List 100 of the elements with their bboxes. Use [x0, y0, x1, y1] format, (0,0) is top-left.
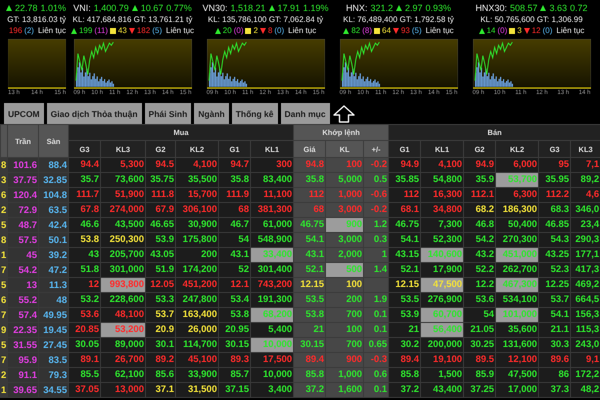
- index-change: 17.91: [278, 3, 300, 13]
- table-cell: 53.5: [388, 292, 421, 308]
- table-cell: 53.8: [218, 308, 250, 322]
- index-value: 1,518.21: [230, 3, 266, 13]
- table-cell: 52: [218, 262, 250, 278]
- table-cell: 27.45: [38, 338, 68, 352]
- table-cell: 79.3: [38, 368, 68, 382]
- table-cell: 140,600: [420, 248, 464, 262]
- tab[interactable]: Thống kê: [232, 103, 278, 124]
- tab[interactable]: Danh mục: [280, 103, 330, 124]
- table-cell: 3: [0, 172, 8, 188]
- table-cell: 68,200: [250, 308, 294, 322]
- table-cell: 112.1: [464, 188, 496, 202]
- table-cell: 89.6: [538, 352, 571, 368]
- advancing-count: 20: [222, 26, 232, 35]
- table-cell: 11.3: [38, 278, 68, 292]
- table-cell: -0.2: [364, 158, 389, 172]
- table-cell: 17,000: [496, 382, 539, 398]
- table-cell: 451,200: [176, 278, 218, 292]
- table-cell: 174,200: [176, 262, 218, 278]
- table-cell: 30,900: [176, 218, 218, 232]
- index-name: VN30:: [202, 3, 228, 13]
- table-cell: 94.4: [68, 158, 100, 172]
- table-cell: 8: [0, 232, 8, 248]
- table-cell: 469,2: [570, 278, 600, 292]
- table-cell: 53.7: [146, 308, 176, 322]
- index-percent: 1.19%: [303, 3, 329, 13]
- table-cell: 39.2: [38, 248, 68, 262]
- table-cell: 548,900: [250, 232, 294, 248]
- table-cell: 89.2: [146, 352, 176, 368]
- table-cell: 172,2: [570, 368, 600, 382]
- table-cell: 51.8: [68, 262, 100, 278]
- table-cell: 73,600: [100, 172, 146, 188]
- ceiling-count: (8): [362, 26, 372, 35]
- table-cell: 91.1: [8, 368, 38, 382]
- table-cell: 7: [0, 308, 8, 322]
- table-cell: 85.8: [388, 368, 421, 382]
- table-cell: 35,600: [496, 322, 539, 338]
- declining-count: 182: [136, 26, 150, 35]
- table-cell: 21: [294, 322, 326, 338]
- table-cell: 0.1: [364, 322, 389, 338]
- session-status: Liên tục: [556, 26, 584, 35]
- table-cell: 381,300: [250, 202, 294, 218]
- table-cell: 37.25: [464, 382, 496, 398]
- declining-count: 196: [8, 26, 22, 35]
- table-cell: 55.2: [8, 292, 38, 308]
- table-cell: -0.6: [364, 188, 389, 202]
- table-cell: 200,000: [420, 338, 464, 352]
- table-cell: 63.5: [38, 202, 68, 218]
- table-cell: 89.5: [464, 352, 496, 368]
- table-cell: 20.95: [218, 322, 250, 338]
- table-cell: 3,000: [326, 232, 364, 248]
- table-cell: 5,300: [100, 158, 146, 172]
- index-name: VNI:: [73, 3, 91, 13]
- table-cell: 4,100: [176, 158, 218, 172]
- tab[interactable]: Phái Sinh: [144, 103, 192, 124]
- tab[interactable]: UPCOM: [4, 103, 44, 124]
- table-cell: 53,700: [496, 172, 539, 188]
- table-cell: 48,2: [570, 382, 600, 398]
- table-cell: 43,400: [420, 382, 464, 398]
- table-cell: 26,700: [100, 352, 146, 368]
- table-cell: 12.15: [294, 278, 326, 292]
- table-cell: 7,1: [570, 158, 600, 172]
- table-cell: 177,1: [570, 248, 600, 262]
- unchanged-count: 3: [517, 26, 522, 35]
- table-cell: 35,500: [176, 172, 218, 188]
- table-cell: 49.95: [38, 308, 68, 322]
- table-cell: 46.85: [538, 218, 571, 232]
- table-cell: 68: [294, 202, 326, 218]
- tab[interactable]: Ngành: [194, 103, 229, 124]
- table-cell: -0.3: [364, 352, 389, 368]
- table-cell: 39.65: [8, 382, 38, 398]
- table-cell: 12.15: [388, 278, 421, 292]
- table-cell: 37.05: [68, 382, 100, 398]
- ceiling-count: (0): [497, 26, 508, 35]
- table-cell: 53.8: [294, 308, 326, 322]
- table-cell: 85.7: [218, 368, 250, 382]
- table-cell: 94.5: [146, 158, 176, 172]
- table-cell: 120.4: [8, 188, 38, 202]
- table-cell: 1.4: [364, 262, 389, 278]
- up-arrow-icon[interactable]: [332, 104, 355, 122]
- table-cell: 1,600: [326, 382, 364, 398]
- table-cell: 53,200: [100, 322, 146, 338]
- table-cell: 247,800: [176, 292, 218, 308]
- table-cell: 11,100: [250, 188, 294, 202]
- table-cell: 34,800: [420, 202, 464, 218]
- table-cell: 68.3: [538, 202, 571, 218]
- declining-count: 93: [400, 26, 410, 35]
- table-cell: 43.15: [388, 248, 421, 262]
- advancing-count: 14: [486, 26, 496, 35]
- tab[interactable]: Giao dịch Thỏa thuận: [46, 103, 142, 124]
- square-icon: [245, 28, 252, 34]
- table-cell: 89.4: [294, 352, 326, 368]
- table-cell: 17,900: [420, 262, 464, 278]
- table-cell: 47.2: [38, 262, 68, 278]
- advancing-count: 82: [351, 26, 360, 35]
- table-cell: 12,100: [496, 352, 539, 368]
- table-cell: 13,000: [100, 382, 146, 398]
- volume-value-line: KL: 417,684,816 GT: 13,761.21 tỷ: [72, 14, 192, 25]
- ceiling-count: (0): [234, 26, 244, 35]
